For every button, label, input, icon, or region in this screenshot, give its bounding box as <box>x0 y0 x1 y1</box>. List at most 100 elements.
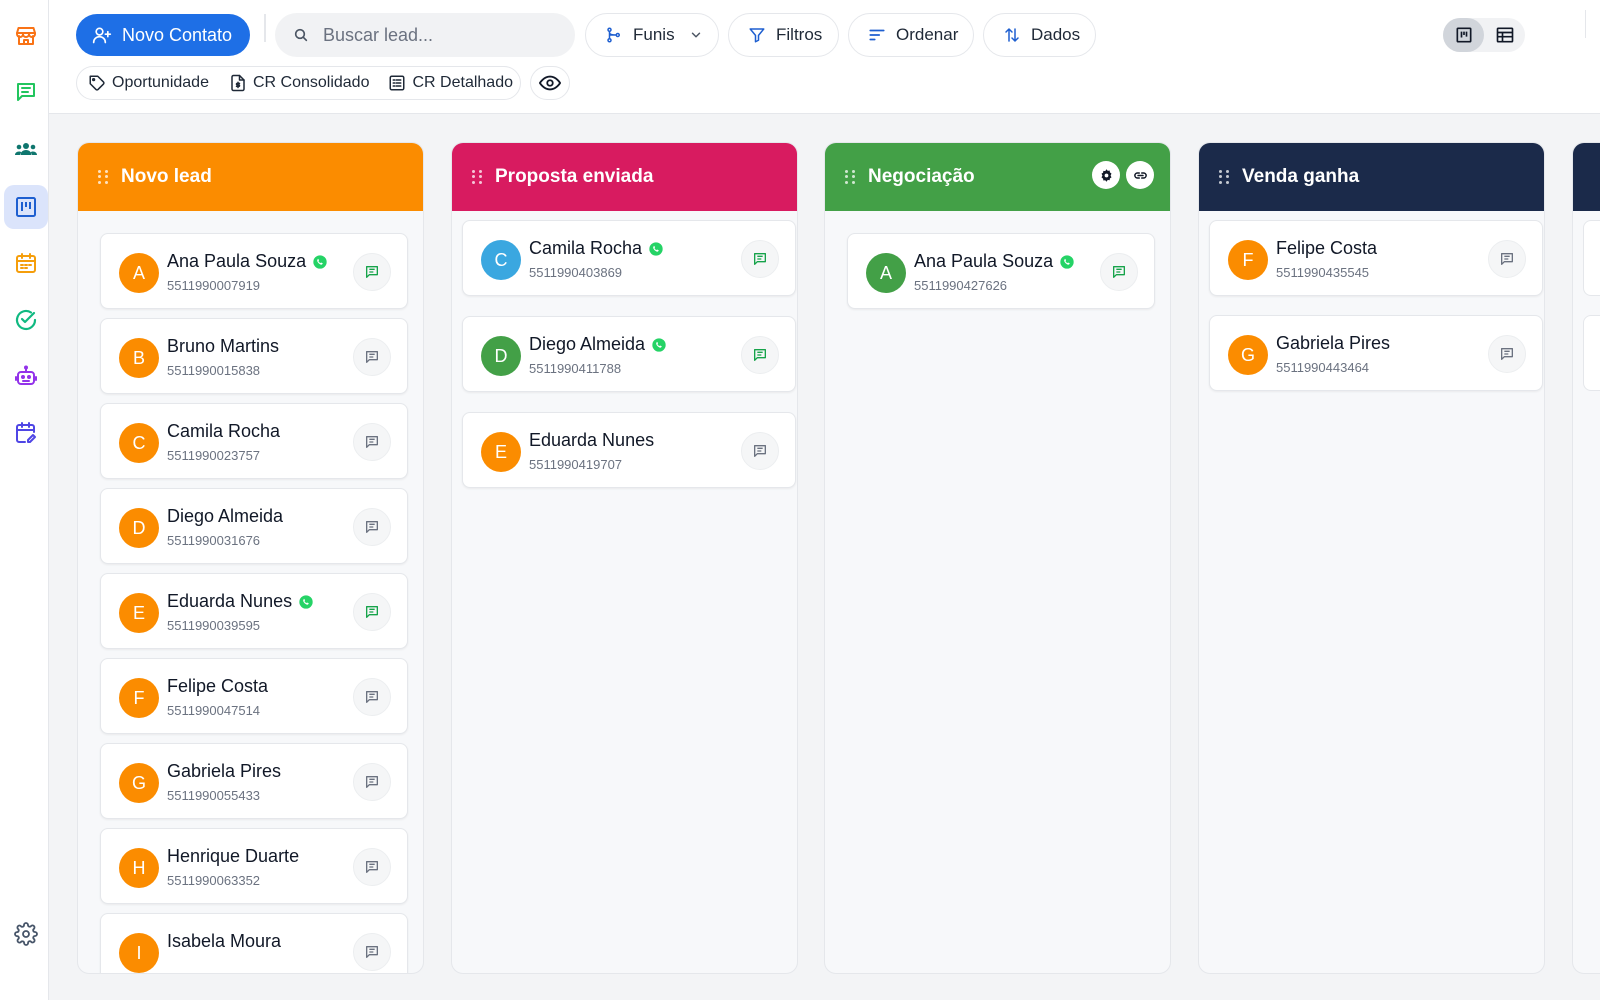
message-icon <box>1501 253 1513 265</box>
avatar: D <box>481 336 521 376</box>
store-icon <box>16 27 36 45</box>
lead-name: Eduarda Nunes <box>167 591 293 611</box>
lead-card[interactable]: C Camila Rocha 5511990023757 <box>100 403 408 479</box>
message-button[interactable] <box>353 593 391 631</box>
lead-card[interactable] <box>1583 315 1600 391</box>
sidebar-item-calendar[interactable] <box>4 241 48 285</box>
column-proposta-enviada: Proposta enviada C Camila Rocha 55119904… <box>451 142 798 974</box>
sidebar-item-chat[interactable] <box>4 70 48 114</box>
sidebar-item-schedule[interactable] <box>4 411 48 455</box>
chevron-down-icon <box>691 32 700 38</box>
contacts-icon <box>15 143 37 155</box>
lead-card[interactable]: E Eduarda Nunes 5511990039595 <box>100 573 408 649</box>
avatar: H <box>119 848 159 888</box>
column-header[interactable]: Proposta enviada <box>452 143 797 211</box>
chip-cr-consolidado[interactable]: CR Consolidado <box>209 74 369 92</box>
chip-cr-detalhado[interactable]: CR Detalhado <box>369 74 513 92</box>
lead-name-row: Felipe Costa <box>1276 238 1377 259</box>
table-view-button[interactable] <box>1484 18 1525 52</box>
lead-name-row: Isabela Moura <box>167 931 281 952</box>
avatar: E <box>481 432 521 472</box>
message-button[interactable] <box>353 253 391 291</box>
visibility-toggle[interactable] <box>530 66 570 100</box>
sidebar-item-contacts[interactable] <box>4 127 48 171</box>
invoice-icon <box>231 74 245 92</box>
lead-card[interactable]: D Diego Almeida 5511990031676 <box>100 488 408 564</box>
funis-dropdown[interactable]: Funis <box>585 13 719 57</box>
message-button[interactable] <box>1100 253 1138 291</box>
sidebar-item-settings[interactable] <box>4 912 48 956</box>
message-button[interactable] <box>741 336 779 374</box>
column-header[interactable] <box>1573 143 1600 211</box>
sidebar-item-tasks[interactable] <box>4 298 48 342</box>
column-header[interactable]: Novo lead <box>78 143 423 211</box>
lead-card[interactable]: B Bruno Martins 5511990015838 <box>100 318 408 394</box>
lead-card[interactable]: F Felipe Costa 5511990435545 <box>1209 220 1543 296</box>
sidebar-item-kanban[interactable] <box>4 185 48 229</box>
lead-name-row: Gabriela Pires <box>1276 333 1390 354</box>
lead-name: Isabela Moura <box>167 931 282 951</box>
message-button[interactable] <box>353 338 391 376</box>
drag-handle-icon[interactable] <box>98 170 110 184</box>
kanban-view-button[interactable] <box>1443 18 1484 52</box>
sidebar-item-store[interactable] <box>4 14 48 58</box>
drag-handle-icon[interactable] <box>1219 170 1231 184</box>
message-button[interactable] <box>353 678 391 716</box>
message-button[interactable] <box>353 763 391 801</box>
search-input[interactable] <box>323 24 553 46</box>
message-button[interactable] <box>353 508 391 546</box>
message-button[interactable] <box>353 423 391 461</box>
lead-card[interactable]: G Gabriela Pires 5511990055433 <box>100 743 408 819</box>
message-button[interactable] <box>741 240 779 278</box>
lead-card[interactable]: I Isabela Moura <box>100 913 408 973</box>
message-icon <box>366 521 378 533</box>
lead-card[interactable]: E Eduarda Nunes 5511990419707 <box>462 412 796 488</box>
toolbar-divider <box>264 14 266 42</box>
dados-button[interactable]: Dados <box>983 13 1096 57</box>
lead-card[interactable]: F Felipe Costa 5511990047514 <box>100 658 408 734</box>
lead-phone: 5511990411788 <box>529 361 622 376</box>
lead-card[interactable]: D Diego Almeida 5511990411788 <box>462 316 796 392</box>
lead-phone: 5511990015838 <box>167 363 261 378</box>
sidebar-item-robot[interactable] <box>4 354 48 398</box>
message-icon <box>366 776 378 788</box>
lead-phone: 5511990039595 <box>167 618 261 633</box>
filtros-button[interactable]: Filtros <box>728 13 839 57</box>
column-settings-button[interactable] <box>1092 161 1120 189</box>
message-button[interactable] <box>353 933 391 971</box>
column-actions <box>1092 161 1154 189</box>
drag-handle-icon[interactable] <box>472 170 484 184</box>
lead-phone: 5511990031676 <box>167 533 261 548</box>
lead-name: Camila Rocha <box>529 238 643 258</box>
report-chips: Oportunidade CR Consolidado CR Detalhado <box>76 66 521 100</box>
link-icon <box>1133 171 1147 179</box>
whatsapp-icon <box>649 241 663 256</box>
avatar: D <box>119 508 159 548</box>
lead-card[interactable] <box>1583 220 1600 296</box>
chip-oportunidade[interactable]: Oportunidade <box>77 74 209 92</box>
lead-phone: 5511990047514 <box>167 703 261 718</box>
column-header[interactable]: Negociação <box>825 143 1170 211</box>
lead-card[interactable]: A Ana Paula Souza 5511990427626 <box>847 233 1155 309</box>
ordenar-button[interactable]: Ordenar <box>848 13 974 57</box>
lead-name-row: Ana Paula Souza <box>914 251 1075 272</box>
sidebar <box>0 0 49 1000</box>
lead-card[interactable]: G Gabriela Pires 5511990443464 <box>1209 315 1543 391</box>
column-title: Negociação <box>868 166 975 187</box>
message-icon <box>366 691 378 703</box>
new-contact-button[interactable]: Novo Contato <box>76 14 250 56</box>
message-button[interactable] <box>1488 240 1526 278</box>
robot-icon <box>15 365 37 385</box>
sort-icon <box>869 29 885 41</box>
lead-card[interactable]: H Henrique Duarte 5511990063352 <box>100 828 408 904</box>
column-header[interactable]: Venda ganha <box>1199 143 1544 211</box>
message-button[interactable] <box>741 432 779 470</box>
lead-card[interactable]: C Camila Rocha 5511990403869 <box>462 220 796 296</box>
calendar-icon <box>16 253 36 273</box>
search-box[interactable] <box>275 13 575 57</box>
message-button[interactable] <box>353 848 391 886</box>
drag-handle-icon[interactable] <box>845 170 857 184</box>
column-link-button[interactable] <box>1126 161 1154 189</box>
lead-card[interactable]: A Ana Paula Souza 5511990007919 <box>100 233 408 309</box>
message-button[interactable] <box>1488 335 1526 373</box>
